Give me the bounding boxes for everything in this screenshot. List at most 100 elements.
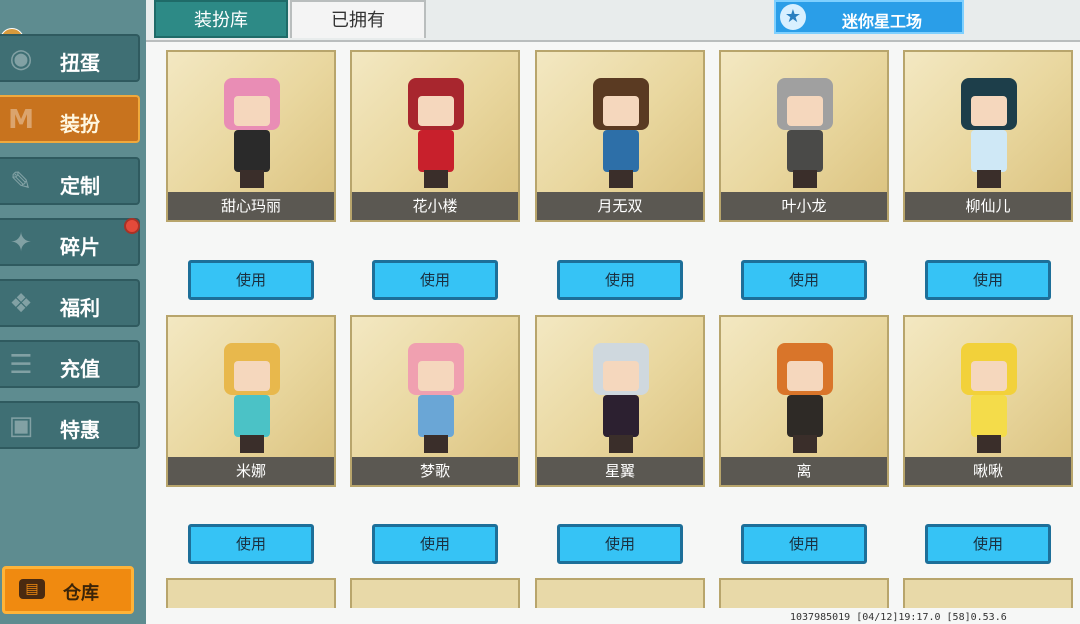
costume-card[interactable]: 梦歌 bbox=[350, 315, 520, 487]
sidebar-item-label: 装扮 bbox=[60, 112, 100, 136]
character-legs bbox=[977, 170, 1001, 188]
sidebar-item-label: 特惠 bbox=[60, 418, 100, 442]
character-outfit bbox=[418, 130, 454, 172]
character-figure bbox=[765, 335, 845, 455]
costume-card-partial[interactable] bbox=[903, 578, 1073, 608]
character-face bbox=[418, 361, 454, 391]
costume-card-partial[interactable] bbox=[535, 578, 705, 608]
character-face bbox=[603, 361, 639, 391]
character-figure bbox=[212, 70, 292, 190]
character-outfit bbox=[234, 130, 270, 172]
sidebar-item-special-offer[interactable]: ▣ 特惠 bbox=[0, 401, 140, 449]
notification-dot bbox=[124, 218, 140, 234]
costume-name: 甜心玛丽 bbox=[168, 192, 334, 220]
sidebar-item-label: 充值 bbox=[60, 357, 100, 381]
character-legs bbox=[424, 170, 448, 188]
character-legs bbox=[609, 435, 633, 453]
use-button[interactable]: 使用 bbox=[741, 524, 867, 564]
costume-icon: M bbox=[8, 105, 34, 135]
storage-label: 仓库 bbox=[63, 583, 99, 604]
costume-card[interactable]: 甜心玛丽 bbox=[166, 50, 336, 222]
character-legs bbox=[977, 435, 1001, 453]
character-legs bbox=[793, 170, 817, 188]
costume-card[interactable]: 星翼 bbox=[535, 315, 705, 487]
character-face bbox=[234, 96, 270, 126]
storage-button[interactable]: ▤ 仓库 bbox=[2, 566, 134, 614]
tab-owned[interactable]: 已拥有 bbox=[290, 0, 426, 38]
costume-card-partial[interactable] bbox=[719, 578, 889, 608]
sidebar-item-recharge[interactable]: ☰ 充值 bbox=[0, 340, 140, 388]
workshop-label: 迷你星工场 bbox=[842, 12, 923, 31]
character-figure bbox=[949, 70, 1029, 190]
character-figure bbox=[212, 335, 292, 455]
mini-workshop-button[interactable]: ★ 迷你星工场 bbox=[774, 0, 964, 34]
character-outfit bbox=[234, 395, 270, 437]
character-figure bbox=[581, 335, 661, 455]
costume-name: 米娜 bbox=[168, 457, 334, 485]
status-readout: 1037985019 [04/12]19:17.0 [58]0.53.6 bbox=[790, 612, 1007, 623]
use-button[interactable]: 使用 bbox=[188, 524, 314, 564]
character-outfit bbox=[787, 395, 823, 437]
costume-card[interactable]: 月无双 bbox=[535, 50, 705, 222]
character-outfit bbox=[971, 395, 1007, 437]
tab-bar: 装扮库 已拥有 ★ 迷你星工场 bbox=[146, 0, 1080, 40]
capsule-icon: ◉ bbox=[9, 44, 33, 74]
character-figure bbox=[396, 335, 476, 455]
character-figure bbox=[581, 70, 661, 190]
costume-card[interactable]: 米娜 bbox=[166, 315, 336, 487]
coins-icon: ☰ bbox=[9, 350, 33, 380]
character-outfit bbox=[603, 395, 639, 437]
character-face bbox=[971, 361, 1007, 391]
costume-name: 花小楼 bbox=[352, 192, 518, 220]
costume-name: 叶小龙 bbox=[721, 192, 887, 220]
costume-name: 月无双 bbox=[537, 192, 703, 220]
use-button[interactable]: 使用 bbox=[188, 260, 314, 300]
tab-wardrobe[interactable]: 装扮库 bbox=[154, 0, 288, 38]
costume-card[interactable]: 叶小龙 bbox=[719, 50, 889, 222]
character-face bbox=[603, 96, 639, 126]
character-face bbox=[787, 96, 823, 126]
use-button[interactable]: 使用 bbox=[557, 260, 683, 300]
sidebar-item-welfare[interactable]: ❖ 福利 bbox=[0, 279, 140, 327]
use-button[interactable]: 使用 bbox=[925, 524, 1051, 564]
gift-icon: ❖ bbox=[9, 289, 33, 319]
costume-card-partial[interactable] bbox=[166, 578, 336, 608]
character-figure bbox=[765, 70, 845, 190]
sidebar-item-costume[interactable]: M 装扮 bbox=[0, 95, 140, 143]
character-legs bbox=[793, 435, 817, 453]
chest-icon: ▤ bbox=[19, 579, 45, 599]
costume-name: 离 bbox=[721, 457, 887, 485]
use-button[interactable]: 使用 bbox=[372, 524, 498, 564]
use-button[interactable]: 使用 bbox=[372, 260, 498, 300]
costume-card[interactable]: 柳仙儿 bbox=[903, 50, 1073, 222]
puzzle-icon: ✦ bbox=[10, 228, 32, 258]
character-face bbox=[418, 96, 454, 126]
character-legs bbox=[240, 435, 264, 453]
costume-card-partial[interactable] bbox=[350, 578, 520, 608]
costume-card[interactable]: 离 bbox=[719, 315, 889, 487]
star-icon: ★ bbox=[780, 4, 806, 30]
use-button[interactable]: 使用 bbox=[557, 524, 683, 564]
character-outfit bbox=[418, 395, 454, 437]
character-figure bbox=[396, 70, 476, 190]
character-legs bbox=[424, 435, 448, 453]
character-face bbox=[787, 361, 823, 391]
character-face bbox=[234, 361, 270, 391]
sidebar-item-gacha[interactable]: ◉ 扭蛋 bbox=[0, 34, 140, 82]
sidebar-item-fragments[interactable]: ✦ 碎片 bbox=[0, 218, 140, 266]
sidebar-item-label: 定制 bbox=[60, 174, 100, 198]
sidebar-item-label: 福利 bbox=[60, 296, 100, 320]
costume-card[interactable]: 花小楼 bbox=[350, 50, 520, 222]
sidebar-item-customize[interactable]: ✎ 定制 bbox=[0, 157, 140, 205]
character-outfit bbox=[603, 130, 639, 172]
costume-card[interactable]: 啾啾 bbox=[903, 315, 1073, 487]
character-figure bbox=[949, 335, 1029, 455]
brush-icon: ✎ bbox=[10, 167, 32, 197]
sidebar-item-label: 扭蛋 bbox=[60, 51, 100, 75]
character-outfit bbox=[787, 130, 823, 172]
costume-name: 啾啾 bbox=[905, 457, 1071, 485]
costume-name: 柳仙儿 bbox=[905, 192, 1071, 220]
use-button[interactable]: 使用 bbox=[741, 260, 867, 300]
character-face bbox=[971, 96, 1007, 126]
use-button[interactable]: 使用 bbox=[925, 260, 1051, 300]
